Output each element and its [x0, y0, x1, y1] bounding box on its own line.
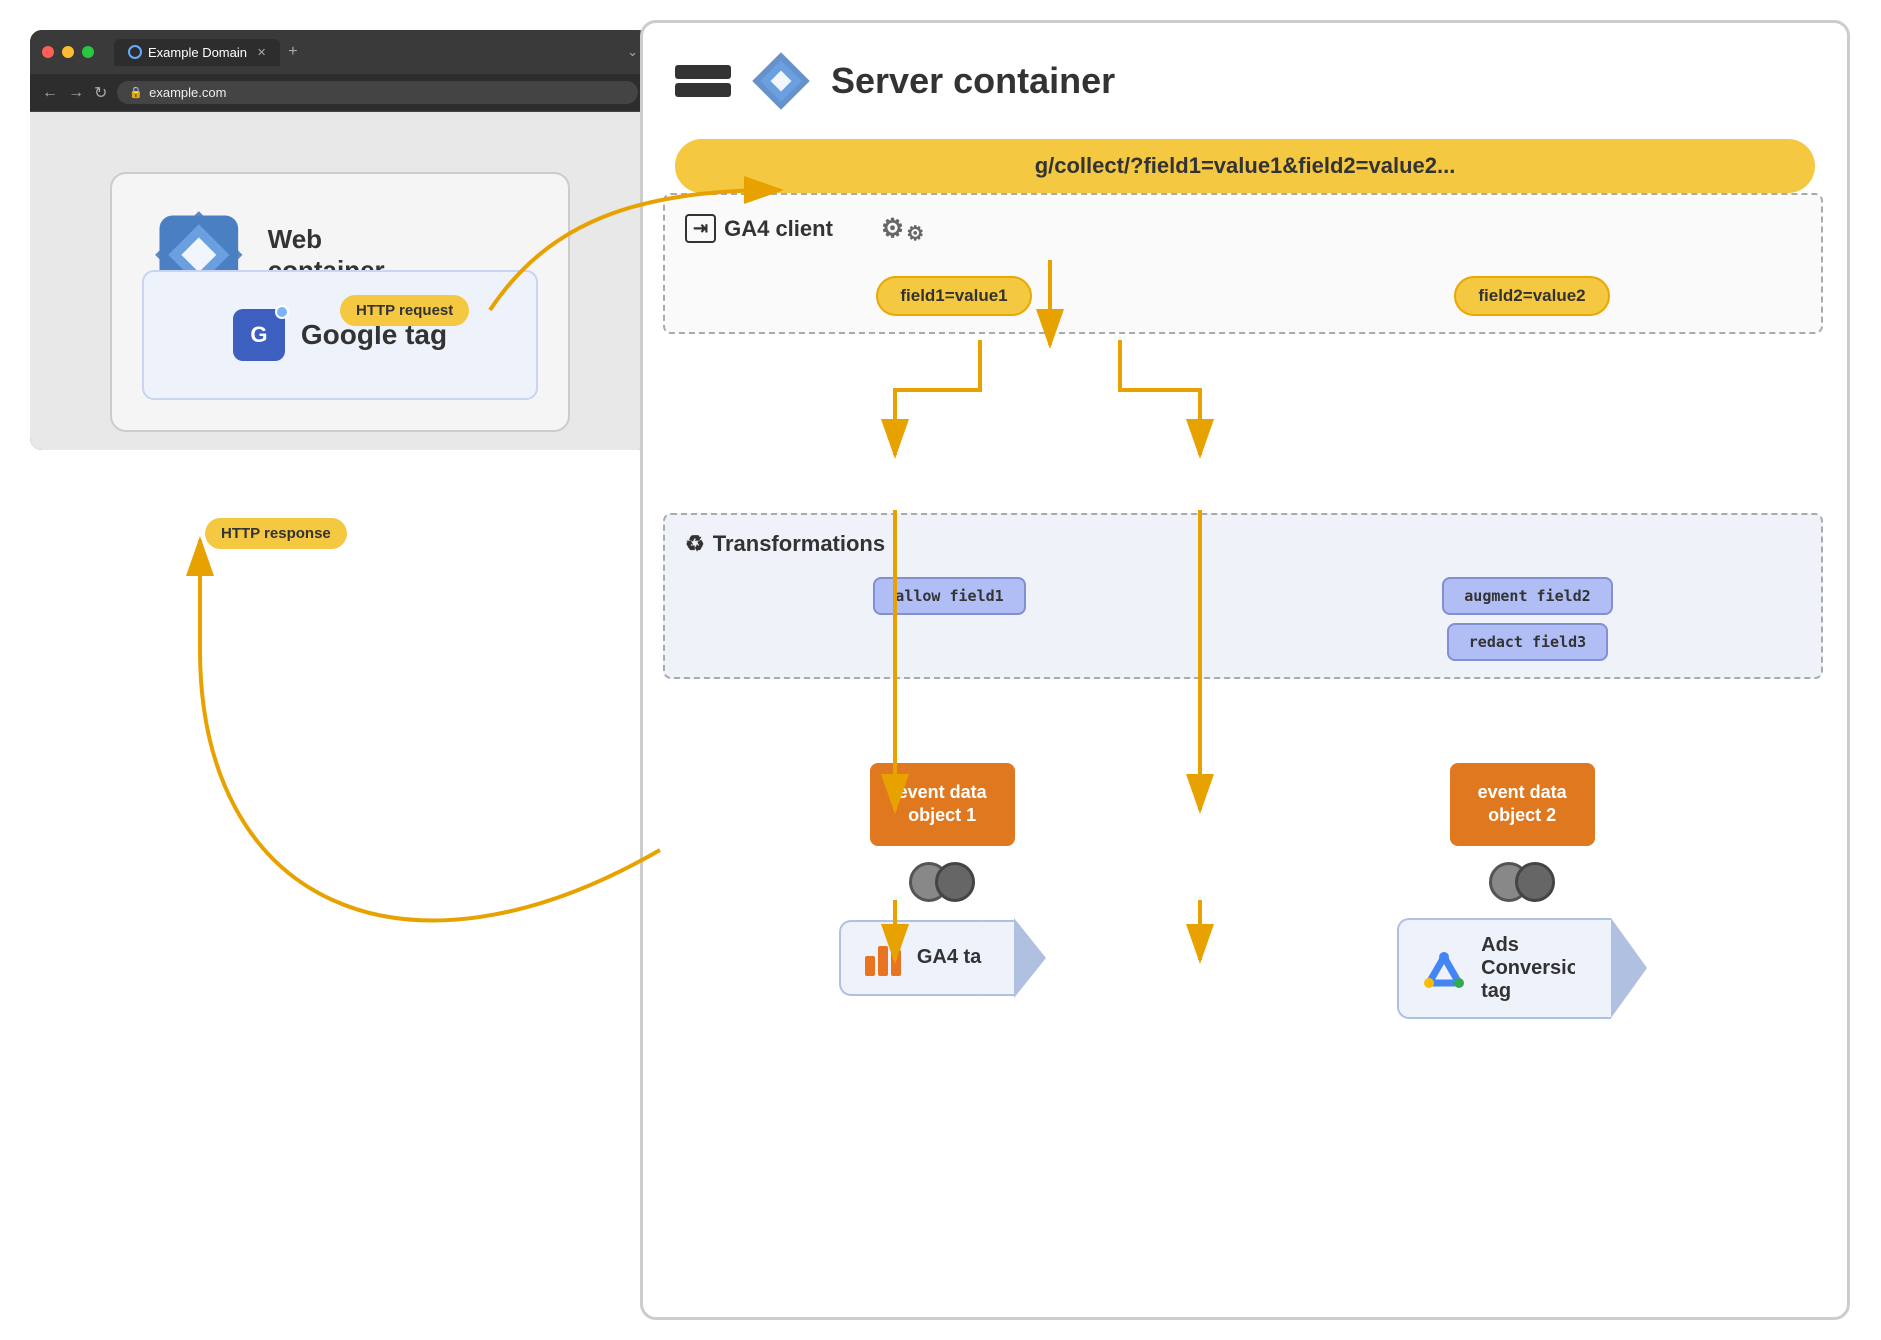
transform-col-2: augment field2 redact field3 — [1442, 577, 1612, 661]
augment-field2-pill: augment field2 — [1442, 577, 1612, 615]
http-request-label: HTTP request — [340, 295, 469, 326]
browser-titlebar: Example Domain ✕ + ⌄ — [30, 30, 650, 74]
http-response-label: HTTP response — [205, 518, 347, 549]
ga4-client-title: ⇥ GA4 client ⚙ ⚙ — [685, 211, 1801, 246]
server-bar-1 — [675, 65, 731, 79]
transformations-title: ♻ Transformations — [685, 531, 1801, 557]
back-button[interactable]: ← — [42, 84, 58, 102]
browser-window: Example Domain ✕ + ⌄ ← → ↻ 🔒 example.com — [30, 30, 650, 450]
web-container-box: Web container G Google tag — [110, 172, 570, 432]
g-tag-icon: G — [233, 309, 285, 361]
gear-icon-1: ⚙ — [881, 213, 904, 244]
bottom-area: event dataobject 1 GA4 tag — [663, 763, 1823, 1019]
gear-icon-2: ⚙ — [906, 221, 924, 246]
new-tab-button[interactable]: + — [288, 43, 297, 61]
browser-nav: ← → ↻ 🔒 example.com — [30, 74, 650, 112]
http-response-arrow — [200, 540, 660, 920]
tab-close-button[interactable]: ✕ — [257, 46, 266, 59]
url-pill: g/collect/?field1=value1&field2=value2..… — [675, 139, 1815, 193]
url-text: example.com — [149, 85, 226, 100]
field1-pill: field1=value1 — [876, 276, 1031, 316]
ga4-client-section: ⇥ GA4 client ⚙ ⚙ field1=value1 field2=va… — [663, 193, 1823, 334]
event-data-box-1: event dataobject 1 — [870, 763, 1015, 846]
field2-pill: field2=value2 — [1454, 276, 1609, 316]
ads-tag-arrow-tip — [1611, 918, 1647, 1018]
chain-circles-1 — [909, 862, 975, 902]
event-data-col-1: event dataobject 1 GA4 tag — [839, 763, 1046, 1019]
ads-tag-shape: AdsConversiontag — [1397, 918, 1647, 1019]
active-tab[interactable]: Example Domain ✕ — [114, 39, 280, 66]
ads-icon — [1419, 943, 1469, 993]
g-badge — [275, 305, 289, 319]
transform-icon: ♻ — [685, 531, 705, 557]
ga4-tag-tip-inner — [982, 921, 1012, 995]
ads-tag-tip-outer — [1611, 918, 1647, 1018]
google-tag-box: G Google tag — [142, 270, 538, 400]
server-bar-2 — [675, 83, 731, 97]
g-letter: G — [250, 322, 267, 348]
refresh-button[interactable]: ↻ — [94, 83, 107, 103]
ga4-fields-row: field1=value1 field2=value2 — [685, 256, 1801, 316]
ads-tag-tip-inner — [1575, 921, 1608, 1015]
server-header: Server container — [643, 23, 1847, 139]
server-container: Server container g/collect/?field1=value… — [640, 20, 1850, 1320]
server-icon — [675, 65, 731, 97]
event-data-box-2: event dataobject 2 — [1450, 763, 1595, 846]
transform-col-1: allow field1 — [873, 577, 1025, 615]
tab-favicon — [128, 45, 142, 59]
allow-field1-pill: allow field1 — [873, 577, 1025, 615]
bottom-cols: event dataobject 1 GA4 tag — [663, 763, 1823, 1019]
ga4-bars-icon — [861, 936, 905, 980]
lock-icon: 🔒 — [129, 86, 143, 99]
tab-options[interactable]: ⌄ — [627, 44, 638, 60]
minimize-dot[interactable] — [62, 46, 74, 58]
url-bar[interactable]: 🔒 example.com — [117, 81, 638, 104]
transform-rules-row: allow field1 augment field2 redact field… — [685, 567, 1801, 661]
transformations-section: ♻ Transformations allow field1 augment f… — [663, 513, 1823, 679]
ga4-tag-shape: GA4 tag — [839, 918, 1046, 998]
server-gtm-icon — [747, 47, 815, 115]
ga4-tag-tip-outer — [1014, 918, 1046, 998]
browser-content: Web container G Google tag — [30, 112, 650, 450]
ga4-tag-arrow-tip — [1014, 918, 1046, 998]
chain-circle-1b — [935, 862, 975, 902]
tab-area: Example Domain ✕ + ⌄ — [114, 39, 638, 66]
redact-field3-pill: redact field3 — [1447, 623, 1608, 661]
enter-icon: ⇥ — [685, 214, 716, 243]
forward-button[interactable]: → — [68, 84, 84, 102]
event-data-col-2: event dataobject 2 — [1397, 763, 1647, 1019]
server-container-label: Server container — [831, 60, 1115, 102]
chain-circles-2 — [1489, 862, 1555, 902]
maximize-dot[interactable] — [82, 46, 94, 58]
close-dot[interactable] — [42, 46, 54, 58]
tab-label: Example Domain — [148, 45, 247, 60]
chain-circle-2b — [1515, 862, 1555, 902]
